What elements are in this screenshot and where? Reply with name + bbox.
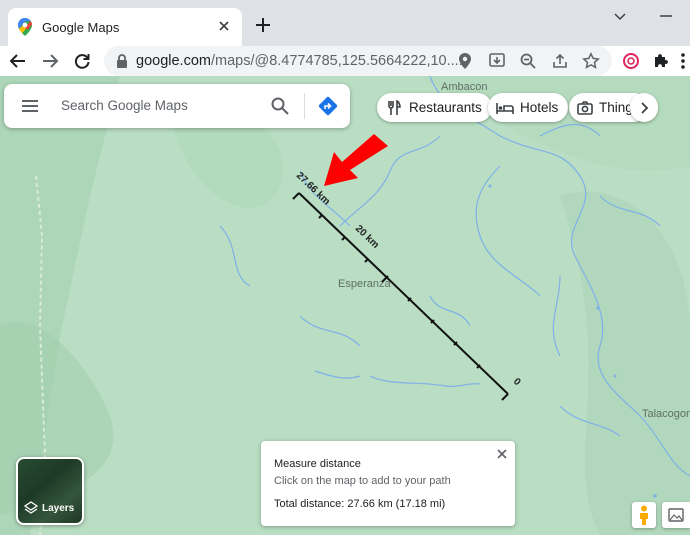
chip-label: Hotels <box>520 100 559 115</box>
ruler-tick <box>501 393 509 401</box>
browser-toolbar: google.com/maps/@8.4774785,125.5664222,1… <box>0 46 690 76</box>
chevron-right-icon <box>641 101 649 114</box>
layers-icon <box>24 501 38 514</box>
camera-icon <box>577 99 593 117</box>
search-icon[interactable] <box>270 96 290 116</box>
chips-next-button[interactable] <box>630 93 658 122</box>
more-vert-icon <box>681 53 685 69</box>
ruler-tick <box>292 192 300 200</box>
imagery-thumbnail[interactable] <box>662 502 690 528</box>
chip-restaurants[interactable]: Restaurants <box>377 93 492 122</box>
chip-label: Restaurants <box>409 100 482 115</box>
lock-icon <box>117 54 127 68</box>
bookmark-star-icon[interactable] <box>581 51 601 71</box>
street-view-pegman[interactable] <box>632 502 656 528</box>
ruler-tick <box>364 258 369 263</box>
browser-menu-button[interactable] <box>676 50 690 72</box>
pegman-icon <box>640 505 648 525</box>
search-input[interactable]: Search Google Maps <box>61 98 188 113</box>
bed-icon <box>496 99 514 117</box>
tab-title: Google Maps <box>42 19 120 35</box>
reload-icon <box>74 54 90 69</box>
image-icon <box>668 508 684 522</box>
ruler-label-mid: 20 km <box>353 223 381 251</box>
tab-google-maps[interactable]: Google Maps <box>8 8 242 46</box>
ruler-tick <box>318 214 323 219</box>
new-tab-button[interactable] <box>252 14 274 36</box>
directions-icon[interactable] <box>317 95 339 117</box>
extension-button[interactable] <box>620 50 642 72</box>
measure-total-distance: Total distance: 27.66 km (17.18 mi) <box>274 498 446 510</box>
puzzle-icon <box>655 54 668 67</box>
forward-button[interactable] <box>39 50 61 72</box>
fork-knife-icon <box>385 99 403 117</box>
search-divider <box>304 93 305 119</box>
measure-hint: Click on the map to add to your path <box>274 475 451 487</box>
layers-button[interactable]: Layers <box>16 457 84 525</box>
tab-strip: Google Maps <box>0 0 690 46</box>
search-box[interactable]: Search Google Maps <box>4 84 350 128</box>
measure-title: Measure distance <box>274 458 361 470</box>
tab-search-chevron-icon[interactable] <box>612 8 628 24</box>
plus-icon <box>256 18 270 32</box>
arrow-right-icon <box>43 54 59 68</box>
measure-distance-card: Measure distance Click on the map to add… <box>261 441 515 526</box>
ruler-label-start: 27.66 km <box>294 170 332 207</box>
ruler-line[interactable] <box>298 192 509 395</box>
close-icon[interactable] <box>495 447 509 461</box>
zoom-icon[interactable] <box>518 51 538 71</box>
red-arrow-icon <box>324 134 388 186</box>
browser-window: Google Maps google.com/maps/@8.4774785,1… <box>0 0 690 535</box>
map-canvas[interactable]: Ambacon Esperanza Talacogon 27.66 km 20 … <box>0 76 690 535</box>
location-pin-icon[interactable] <box>455 51 475 71</box>
maps-favicon-icon <box>18 18 32 36</box>
extension-ring-icon <box>623 53 639 69</box>
tab-close-icon[interactable] <box>216 18 232 34</box>
reload-button[interactable] <box>71 50 93 72</box>
chip-hotels[interactable]: Hotels <box>488 93 569 122</box>
extensions-button[interactable] <box>650 50 672 72</box>
minimize-icon[interactable] <box>656 8 676 24</box>
back-button[interactable] <box>7 50 29 72</box>
ruler-label-end: 0 <box>511 376 523 388</box>
arrow-left-icon <box>9 54 25 68</box>
layers-label: Layers <box>42 503 75 514</box>
menu-icon[interactable] <box>20 96 40 116</box>
ruler-tick <box>341 236 346 241</box>
address-bar[interactable]: google.com/maps/@8.4774785,125.5664222,1… <box>104 46 612 76</box>
share-icon[interactable] <box>550 51 570 71</box>
install-app-icon[interactable] <box>487 51 507 71</box>
url-text: google.com/maps/@8.4774785,125.5664222,1… <box>136 53 463 69</box>
